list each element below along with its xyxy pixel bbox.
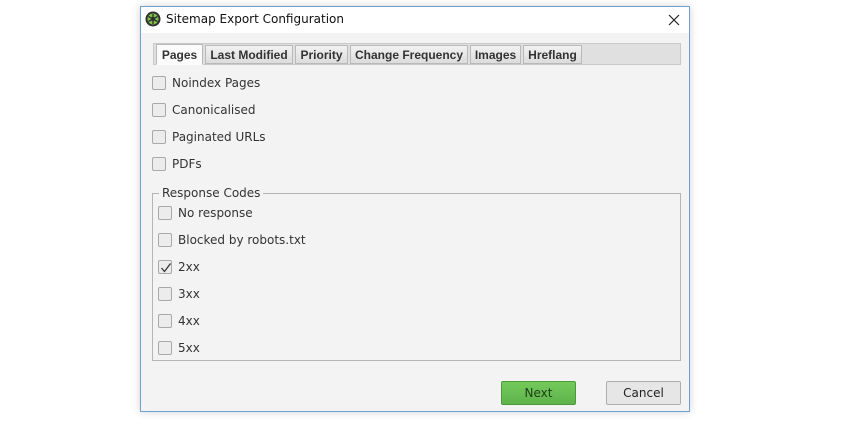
option-pdfs[interactable]: PDFs: [152, 155, 202, 173]
response-3xx[interactable]: 3xx: [158, 285, 200, 303]
response-codes-group: Response Codes No response Blocked by ro…: [152, 186, 681, 361]
response-2xx[interactable]: 2xx: [158, 258, 200, 276]
tab-images[interactable]: Images: [470, 45, 521, 64]
response-code-label: 4xx: [178, 314, 200, 328]
tab-last-modified[interactable]: Last Modified: [205, 45, 293, 64]
dialog-window: Sitemap Export Configuration Pages Last …: [140, 6, 690, 412]
response-code-label: 5xx: [178, 341, 200, 355]
tab-priority[interactable]: Priority: [295, 45, 348, 64]
option-label: Noindex Pages: [172, 76, 261, 90]
noindex-pages-checkbox[interactable]: [152, 76, 166, 90]
tab-pages[interactable]: Pages: [156, 44, 203, 65]
blocked-by-robots-checkbox[interactable]: [158, 233, 172, 247]
window-title: Sitemap Export Configuration: [166, 12, 344, 26]
response-code-label: 3xx: [178, 287, 200, 301]
tab-bar: Pages Last Modified Priority Change Freq…: [153, 43, 681, 65]
tab-change-frequency[interactable]: Change Frequency: [350, 45, 468, 64]
option-canonicalised[interactable]: Canonicalised: [152, 101, 256, 119]
option-noindex-pages[interactable]: Noindex Pages: [152, 74, 260, 92]
paginated-urls-checkbox[interactable]: [152, 130, 166, 144]
response-blocked-by-robots[interactable]: Blocked by robots.txt: [158, 231, 306, 249]
response-codes-legend: Response Codes: [159, 186, 264, 200]
option-label: PDFs: [172, 157, 202, 171]
canonicalised-checkbox[interactable]: [152, 103, 166, 117]
next-button[interactable]: Next: [501, 381, 576, 405]
4xx-checkbox[interactable]: [158, 314, 172, 328]
option-paginated-urls[interactable]: Paginated URLs: [152, 128, 266, 146]
response-no-response[interactable]: No response: [158, 204, 253, 222]
2xx-checkbox[interactable]: [158, 260, 172, 274]
option-label: Canonicalised: [172, 103, 256, 117]
close-button[interactable]: [659, 7, 689, 33]
cancel-button[interactable]: Cancel: [606, 381, 681, 405]
5xx-checkbox[interactable]: [158, 341, 172, 355]
response-code-label: Blocked by robots.txt: [178, 233, 306, 247]
response-code-label: 2xx: [178, 260, 200, 274]
title-bar: Sitemap Export Configuration: [141, 7, 689, 33]
response-4xx[interactable]: 4xx: [158, 312, 200, 330]
check-icon: [161, 263, 172, 273]
3xx-checkbox[interactable]: [158, 287, 172, 301]
response-code-label: No response: [178, 206, 253, 220]
tab-hreflang[interactable]: Hreflang: [523, 45, 582, 64]
close-icon: [668, 14, 680, 26]
option-label: Paginated URLs: [172, 130, 266, 144]
pdfs-checkbox[interactable]: [152, 157, 166, 171]
response-5xx[interactable]: 5xx: [158, 339, 200, 357]
spider-icon: [145, 11, 161, 27]
no-response-checkbox[interactable]: [158, 206, 172, 220]
